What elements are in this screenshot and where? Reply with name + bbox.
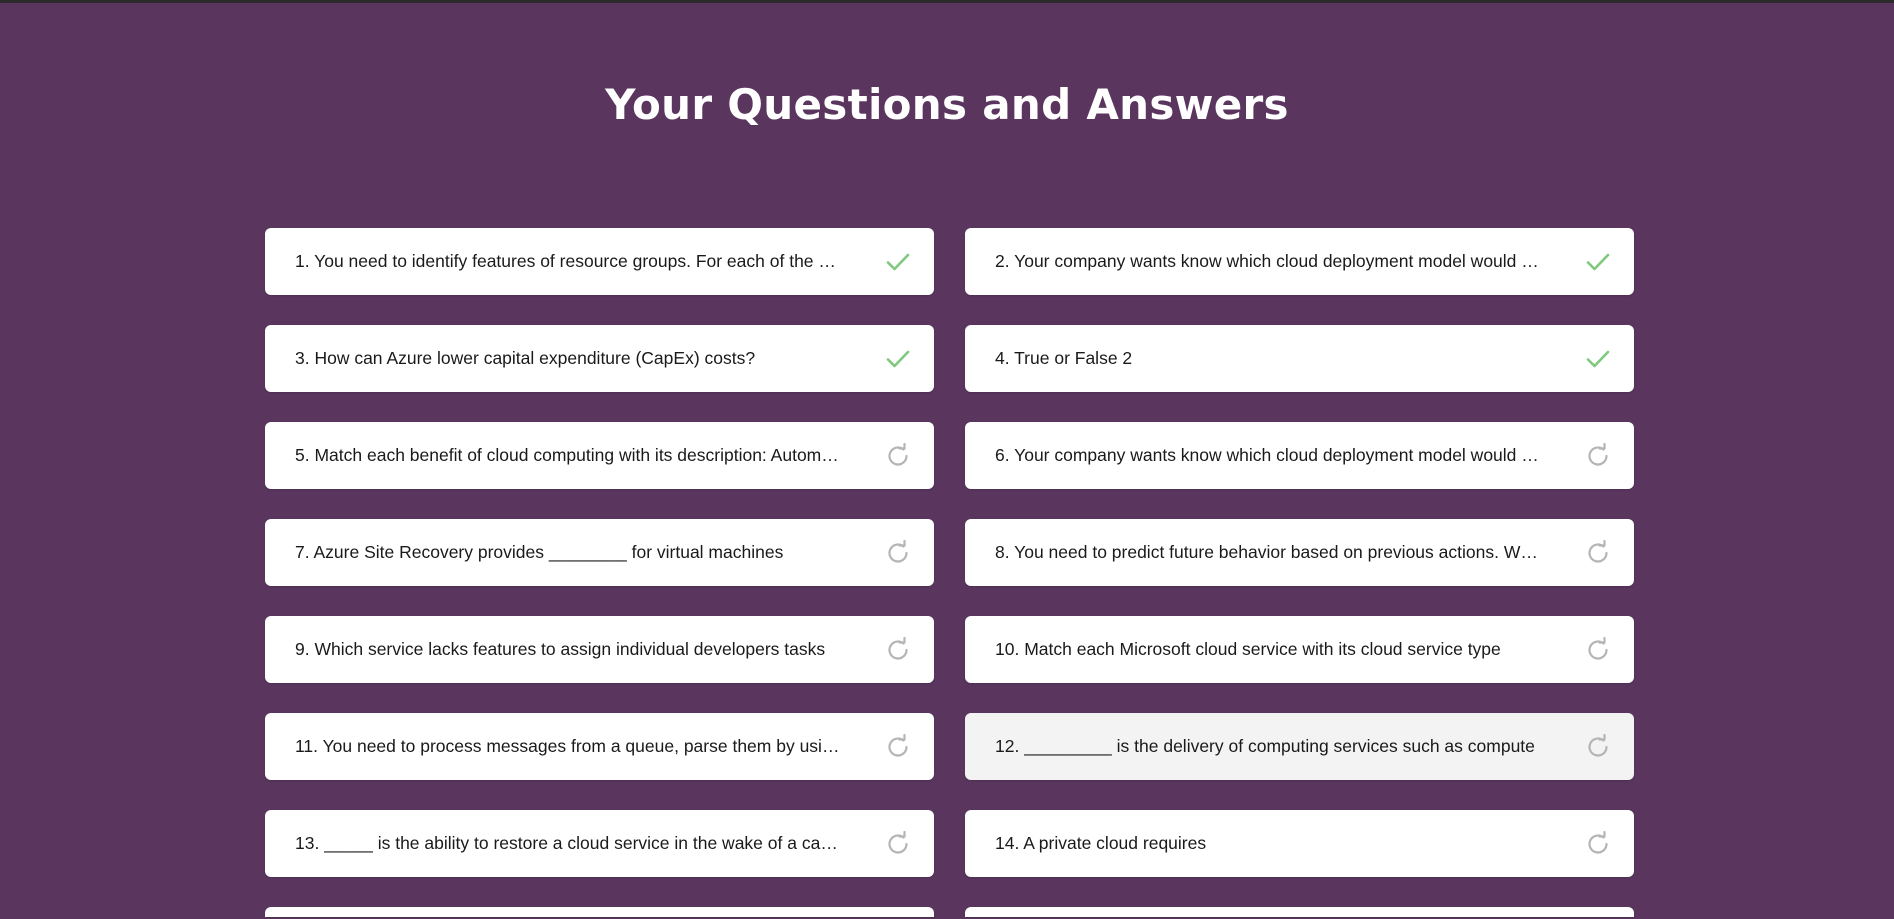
question-label: 10. Match each Microsoft cloud service w… xyxy=(995,639,1501,659)
question-card[interactable]: 12. _________ is the delivery of computi… xyxy=(965,713,1634,780)
refresh-icon xyxy=(884,442,912,470)
question-label: 3. How can Azure lower capital expenditu… xyxy=(295,348,756,368)
refresh-icon xyxy=(884,733,912,761)
question-card[interactable]: 10. Match each Microsoft cloud service w… xyxy=(965,616,1634,683)
check-icon xyxy=(1584,248,1612,276)
question-label: 1. You need to identify features of reso… xyxy=(295,251,840,271)
question-label: 5. Match each benefit of cloud computing… xyxy=(295,445,840,465)
question-card-partial[interactable] xyxy=(265,907,934,917)
question-label: 11. You need to process messages from a … xyxy=(295,736,840,756)
question-label: 4. True or False 2 xyxy=(995,348,1133,368)
refresh-icon xyxy=(1584,539,1612,567)
question-label: 14. A private cloud requires xyxy=(995,833,1207,853)
question-card[interactable]: 9. Which service lacks features to assig… xyxy=(265,616,934,683)
question-label: 2. Your company wants know which cloud d… xyxy=(995,251,1540,271)
question-card[interactable]: 6. Your company wants know which cloud d… xyxy=(965,422,1634,489)
question-card[interactable]: 14. A private cloud requires xyxy=(965,810,1634,877)
check-icon xyxy=(1584,345,1612,373)
question-card[interactable]: 8. You need to predict future behavior b… xyxy=(965,519,1634,586)
question-grid: 1. You need to identify features of reso… xyxy=(265,228,1635,917)
refresh-icon xyxy=(1584,733,1612,761)
top-border xyxy=(0,0,1894,3)
question-card-partial[interactable] xyxy=(965,907,1634,917)
question-label: 8. You need to predict future behavior b… xyxy=(995,542,1540,562)
question-card[interactable]: 11. You need to process messages from a … xyxy=(265,713,934,780)
refresh-icon xyxy=(1584,636,1612,664)
refresh-icon xyxy=(884,539,912,567)
question-card[interactable]: 3. How can Azure lower capital expenditu… xyxy=(265,325,934,392)
question-card[interactable]: 13. _____ is the ability to restore a cl… xyxy=(265,810,934,877)
refresh-icon xyxy=(1584,830,1612,858)
question-label: 6. Your company wants know which cloud d… xyxy=(995,445,1540,465)
question-label: 9. Which service lacks features to assig… xyxy=(295,639,826,659)
check-icon xyxy=(884,345,912,373)
refresh-icon xyxy=(884,830,912,858)
question-card[interactable]: 5. Match each benefit of cloud computing… xyxy=(265,422,934,489)
question-label: 12. _________ is the delivery of computi… xyxy=(995,736,1535,756)
check-icon xyxy=(884,248,912,276)
question-card[interactable]: 4. True or False 2 xyxy=(965,325,1634,392)
refresh-icon xyxy=(1584,442,1612,470)
question-card[interactable]: 2. Your company wants know which cloud d… xyxy=(965,228,1634,295)
page-title: Your Questions and Answers xyxy=(605,80,1289,129)
question-card[interactable]: 1. You need to identify features of reso… xyxy=(265,228,934,295)
refresh-icon xyxy=(884,636,912,664)
question-label: 7. Azure Site Recovery provides ________… xyxy=(295,542,784,562)
question-card[interactable]: 7. Azure Site Recovery provides ________… xyxy=(265,519,934,586)
question-label: 13. _____ is the ability to restore a cl… xyxy=(295,833,840,853)
